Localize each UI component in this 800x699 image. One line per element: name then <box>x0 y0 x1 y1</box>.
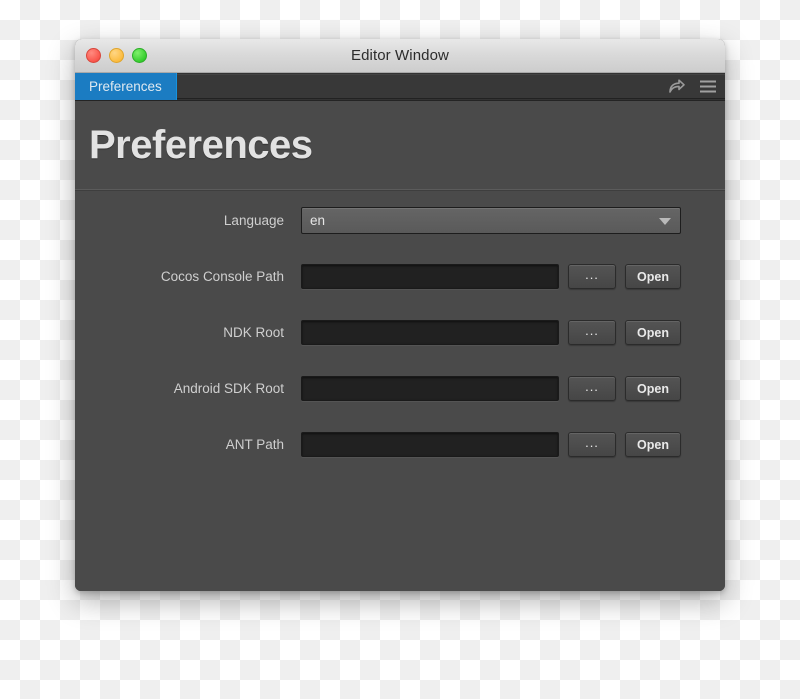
maximize-button[interactable] <box>132 48 147 63</box>
ant-path-browse-button[interactable]: ... <box>568 432 616 457</box>
page-title: Preferences <box>89 122 313 167</box>
row-ndk-root: NDK Root ... Open <box>75 318 725 347</box>
android-sdk-root-input[interactable] <box>301 376 559 401</box>
chevron-down-icon <box>659 217 671 225</box>
cocos-console-path-label: Cocos Console Path <box>160 269 284 284</box>
window-title: Editor Window <box>350 47 449 64</box>
preferences-content: Preferences Language en Cocos Console Pa… <box>75 101 725 591</box>
row-ant-path: ANT Path ... Open <box>75 430 725 459</box>
tab-bar-actions <box>667 73 717 100</box>
cocos-console-path-open-button[interactable]: Open <box>625 264 681 289</box>
tab-bar-empty-area <box>176 74 725 99</box>
close-button[interactable] <box>86 48 101 63</box>
tab-preferences[interactable]: Preferences <box>75 73 177 100</box>
ndk-root-open-button[interactable]: Open <box>625 320 681 345</box>
window-titlebar: Editor Window <box>75 39 725 73</box>
android-sdk-root-open-button[interactable]: Open <box>625 376 681 401</box>
minimize-button[interactable] <box>109 48 124 63</box>
tab-preferences-label: Preferences <box>89 79 162 94</box>
window-controls <box>86 39 147 72</box>
page-header: Preferences <box>75 101 725 190</box>
editor-window: Editor Window Preferences Preferences La… <box>75 39 725 591</box>
ant-path-label: ANT Path <box>225 437 284 452</box>
row-cocos-console-path: Cocos Console Path ... Open <box>75 262 725 291</box>
share-arrow-icon[interactable] <box>667 78 685 96</box>
tab-bar: Preferences <box>75 73 725 101</box>
ant-path-open-button[interactable]: Open <box>625 432 681 457</box>
preferences-form: Language en Cocos Console Path ... Open … <box>75 191 725 459</box>
language-selected-value: en <box>310 213 326 228</box>
row-android-sdk-root: Android SDK Root ... Open <box>75 374 725 403</box>
language-label: Language <box>223 213 284 228</box>
ndk-root-input[interactable] <box>301 320 559 345</box>
language-select[interactable]: en <box>301 207 681 234</box>
ndk-root-browse-button[interactable]: ... <box>568 320 616 345</box>
android-sdk-root-browse-button[interactable]: ... <box>568 376 616 401</box>
row-language: Language en <box>75 206 725 235</box>
cocos-console-path-input[interactable] <box>301 264 559 289</box>
cocos-console-path-browse-button[interactable]: ... <box>568 264 616 289</box>
android-sdk-root-label: Android SDK Root <box>173 381 284 396</box>
hamburger-menu-icon[interactable] <box>699 78 717 96</box>
ndk-root-label: NDK Root <box>223 325 284 340</box>
ant-path-input[interactable] <box>301 432 559 457</box>
